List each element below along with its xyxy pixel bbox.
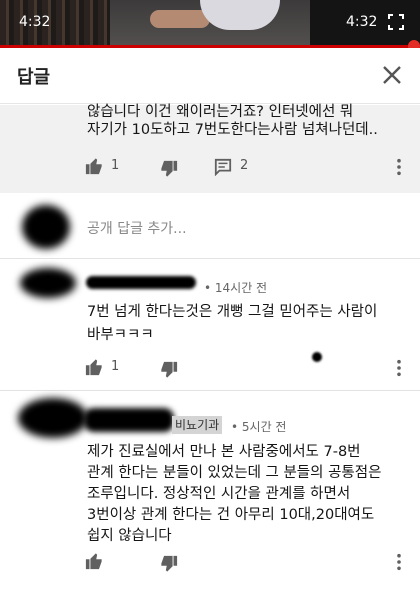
divider	[0, 390, 420, 391]
comment-text-line: 7번 넘게 한다는것은 개뻥 그걸 믿어주는 사람이	[87, 304, 378, 320]
comment-text-line: 제가 진료실에서 만나 본 사람중에서도 7-8번	[87, 444, 361, 460]
comment-text-line: 3번이상 관계 한다는 건 아무리 10대,20대여도	[87, 507, 375, 523]
close-icon[interactable]	[381, 64, 403, 86]
thumb-up-icon[interactable]	[85, 552, 103, 570]
fullscreen-icon[interactable]	[388, 14, 404, 30]
divider	[0, 258, 420, 259]
comment-text-line: 자기가 10도하고 7번도한다는사람 넘쳐나던데..	[87, 122, 378, 138]
like-count: 1	[111, 158, 120, 173]
thumb-up-icon[interactable]	[85, 358, 103, 376]
page-title: 답글	[17, 67, 51, 88]
author-name-redacted	[84, 408, 174, 432]
add-reply-input[interactable]: 공개 답글 추가...	[87, 218, 187, 238]
comment-timestamp: • 5시간 전	[231, 420, 287, 434]
comment-text-line: 조루입니다. 정상적인 시간을 관계를 하면서	[87, 486, 351, 502]
comment-text-line: 바부ㅋㅋㅋ	[87, 327, 154, 343]
thumb-down-icon[interactable]	[160, 361, 178, 379]
more-vert-icon[interactable]	[396, 359, 402, 377]
video-player[interactable]: 4:32 4:32	[0, 0, 420, 48]
elapsed-time: 4:32	[19, 14, 51, 30]
comment-text-line: 쉽지 않습니다	[87, 528, 172, 544]
avatar	[18, 398, 88, 438]
thumb-up-icon[interactable]	[85, 157, 103, 175]
thumb-down-icon[interactable]	[160, 160, 178, 178]
smudge-mark	[312, 352, 322, 362]
comment-text-line: 관계 한다는 분들이 있었는데 그 분들의 공통점은	[87, 465, 382, 481]
more-vert-icon[interactable]	[396, 158, 402, 176]
avatar	[20, 268, 76, 298]
comment-timestamp: • 14시간 전	[204, 281, 268, 295]
video-frame-shelf	[0, 0, 110, 48]
video-frame-hand	[150, 10, 210, 28]
total-time: 4:32	[346, 14, 378, 30]
avatar	[22, 205, 70, 249]
author-channel-tag[interactable]: 비뇨기과	[172, 416, 223, 434]
comment-icon[interactable]	[214, 158, 232, 176]
more-vert-icon[interactable]	[396, 553, 402, 571]
author-name-redacted	[86, 276, 196, 289]
parent-comment: 않습니다 이건 왜이러는거죠? 인터넷에선 뭐 자기가 10도하고 7번도한다는…	[0, 104, 420, 193]
thumb-down-icon[interactable]	[160, 555, 178, 573]
screen: 4:32 4:32 답글 않습니다 이건 왜이러는거죠? 인터넷에선 뭐 자기가…	[0, 0, 420, 590]
like-count: 1	[111, 359, 120, 374]
reply-count: 2	[240, 158, 249, 173]
replies-header: 답글	[0, 48, 420, 104]
